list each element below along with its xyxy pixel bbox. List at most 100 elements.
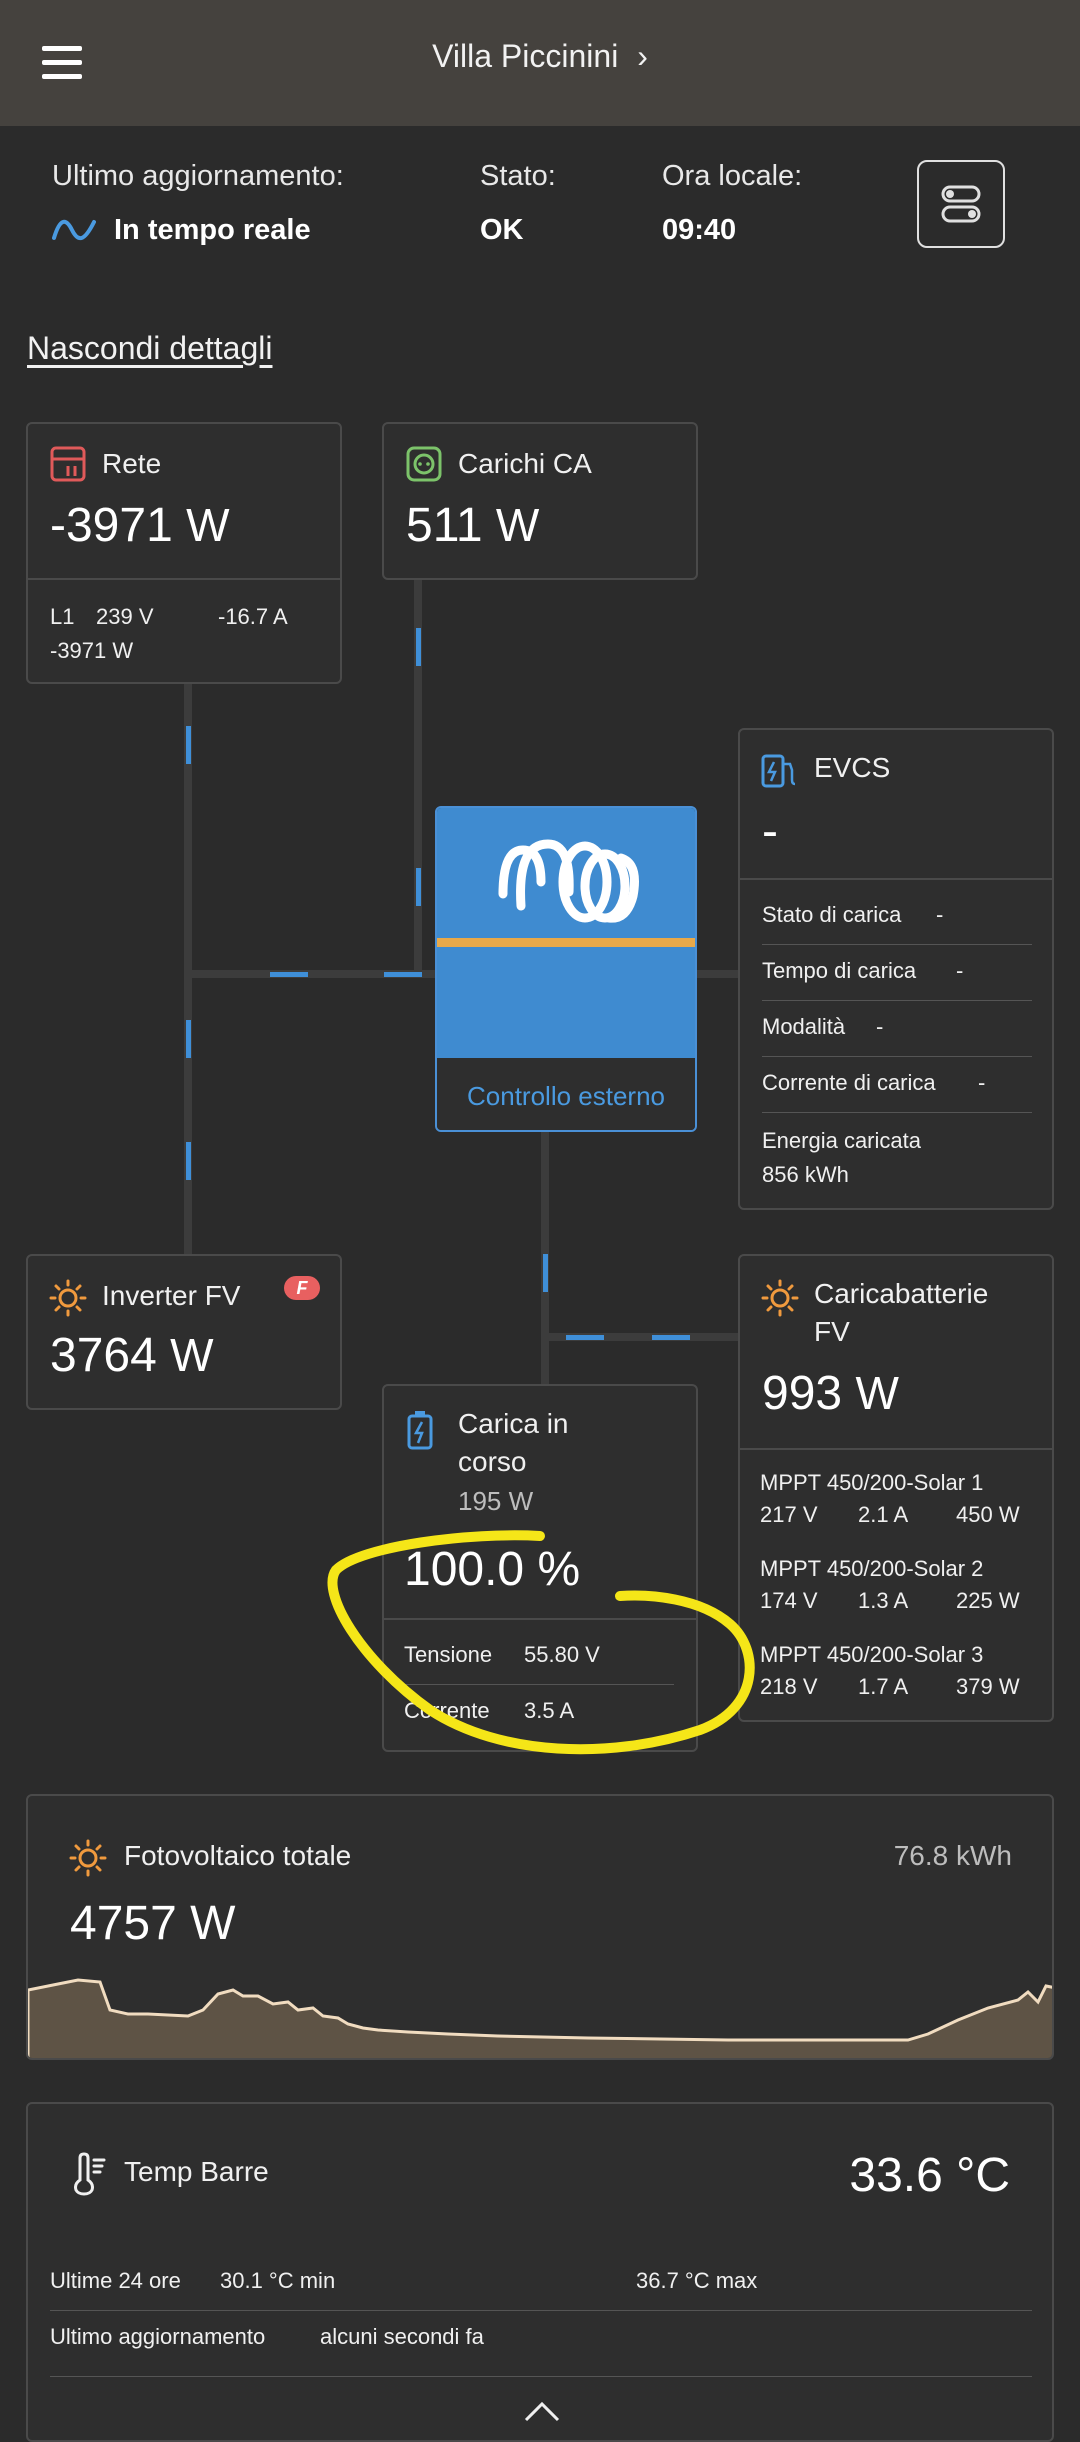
row-divider (762, 944, 1032, 945)
chevron-right-icon: › (637, 38, 648, 74)
grid-power: -3971 W (50, 499, 230, 552)
temp-last24-label: Ultime 24 ore (50, 2268, 181, 2293)
mppt-current: 2.1 A (858, 1502, 909, 1527)
temp-max: 36.7 °C max (636, 2268, 758, 2293)
evcs-row-label: Modalità (762, 1014, 846, 1039)
grid-l1-power: -3971 W (50, 638, 134, 663)
annotation-circle (327, 1530, 755, 1755)
evcs-card[interactable]: EVCS - Stato di carica - Tempo di carica… (738, 728, 1054, 1210)
pv-inverter-name: Inverter FV (102, 1280, 241, 1311)
pv-charger-name-line2: FV (814, 1316, 850, 1347)
grid-name: Rete (102, 448, 162, 479)
inverter-charger-unit[interactable]: Controllo esterno (435, 806, 697, 1132)
fronius-badge-icon: F (284, 1276, 320, 1300)
switch-panel-button[interactable] (917, 160, 1005, 248)
evcs-row-label: Corrente di carica (762, 1070, 936, 1095)
connector-line (697, 970, 739, 978)
thermometer-icon (74, 2152, 106, 2196)
chevron-up-icon[interactable] (522, 2400, 562, 2424)
last-update-value: In tempo reale (114, 214, 311, 246)
ac-loads-power: 511 W (406, 499, 540, 552)
grid-l1-label: L1 (50, 604, 75, 629)
mppt-power: 450 W (956, 1502, 1020, 1527)
grid-l1-voltage: 239 V (96, 604, 154, 629)
temp-name: Temp Barre (124, 2156, 269, 2187)
row-divider (50, 2310, 1032, 2311)
pv-total-energy: 76.8 kWh (893, 1840, 1012, 1871)
state-value: OK (480, 214, 524, 246)
flow-segment (652, 1335, 690, 1340)
battery-charging-icon (407, 1411, 433, 1450)
ac-loads-name: Carichi CA (458, 448, 592, 479)
evcs-value: - (762, 805, 778, 858)
battery-power: 195 W (458, 1486, 534, 1516)
evcs-row-label: Stato di carica (762, 902, 902, 927)
pv-inverter-card[interactable]: Inverter FV F 3764 W (26, 1254, 342, 1410)
pv-history-sparkline (28, 1978, 1052, 2058)
ac-loads-card[interactable]: Carichi CA 511 W (382, 422, 698, 580)
external-control-label: Controllo esterno (437, 1058, 695, 1130)
pv-total-panel[interactable]: Fotovoltaico totale 76.8 kWh 4757 W (26, 1794, 1054, 2060)
temp-update-value: alcuni secondi fa (320, 2324, 484, 2349)
sun-icon (761, 1279, 799, 1317)
site-title[interactable]: Villa Piccinini › (0, 38, 1080, 75)
state-label: Stato: (480, 160, 556, 192)
flow-segment (270, 972, 308, 977)
socket-icon (406, 446, 442, 482)
divider (28, 578, 340, 580)
last-update-label: Ultimo aggiornamento: (52, 160, 344, 192)
mppt-name: MPPT 450/200-Solar 1 (760, 1470, 984, 1495)
divider (740, 878, 1052, 880)
temp-value: 33.6 °C (849, 2149, 1010, 2202)
flow-segment (384, 972, 422, 977)
mppt-current: 1.7 A (858, 1674, 909, 1699)
row-divider (762, 1056, 1032, 1057)
pv-total-name: Fotovoltaico totale (124, 1840, 352, 1871)
pv-charger-name-line1: Caricabatterie (814, 1278, 989, 1309)
local-time-label: Ora locale: (662, 160, 803, 192)
mppt-name: MPPT 450/200-Solar 3 (760, 1642, 984, 1667)
mppt-power: 225 W (956, 1588, 1020, 1613)
row-divider (762, 1000, 1032, 1001)
evcs-row-value: - (978, 1070, 986, 1095)
battery-name-line2: corso (458, 1446, 527, 1477)
evcs-energy-label: Energia caricata (762, 1128, 921, 1153)
flow-segment (416, 868, 421, 906)
pv-charger-power: 993 W (762, 1367, 899, 1420)
flow-segment (566, 1335, 604, 1340)
flow-segment (543, 1254, 548, 1292)
flow-segment (186, 1020, 191, 1058)
battery-name-line1: Carica in (458, 1408, 569, 1439)
evcs-row-label: Tempo di carica (762, 958, 917, 983)
temp-update-label: Ultimo aggiornamento (50, 2324, 266, 2349)
mppt-current: 1.3 A (858, 1588, 909, 1613)
toggle-icon (941, 185, 981, 223)
temp-min: 30.1 °C min (220, 2268, 336, 2293)
divider (740, 1448, 1052, 1450)
hide-details-link[interactable]: Nascondi dettagli (27, 330, 272, 367)
local-time-value: 09:40 (662, 214, 737, 246)
victron-logo-icon (498, 839, 639, 923)
evcs-row-value: - (876, 1014, 884, 1039)
grid-card[interactable]: Rete -3971 W L1 239 V -16.7 A -3971 W (26, 422, 342, 684)
grid-icon (50, 446, 86, 482)
flow-segment (416, 628, 421, 666)
evcs-row-value: - (956, 958, 964, 983)
realtime-wave-icon (52, 219, 96, 241)
app-header: Villa Piccinini › (0, 0, 1080, 126)
evcs-name: EVCS (814, 752, 891, 783)
temperature-panel[interactable]: Temp Barre 33.6 °C Ultime 24 ore 30.1 °C… (26, 2102, 1054, 2442)
evcs-energy-value: 856 kWh (762, 1162, 849, 1187)
flow-segment (186, 726, 191, 764)
pv-total-power: 4757 W (70, 1897, 236, 1950)
ev-charger-icon (761, 754, 796, 788)
pv-charger-card[interactable]: Caricabatterie FV 993 W MPPT 450/200-Sol… (738, 1254, 1054, 1722)
sun-icon (49, 1279, 87, 1317)
row-divider (762, 1112, 1032, 1113)
sun-icon (69, 1839, 107, 1877)
pv-inverter-power: 3764 W (50, 1329, 214, 1382)
row-divider (50, 2376, 1032, 2377)
mppt-power: 379 W (956, 1674, 1020, 1699)
mppt-name: MPPT 450/200-Solar 2 (760, 1556, 984, 1581)
evcs-row-value: - (936, 902, 944, 927)
